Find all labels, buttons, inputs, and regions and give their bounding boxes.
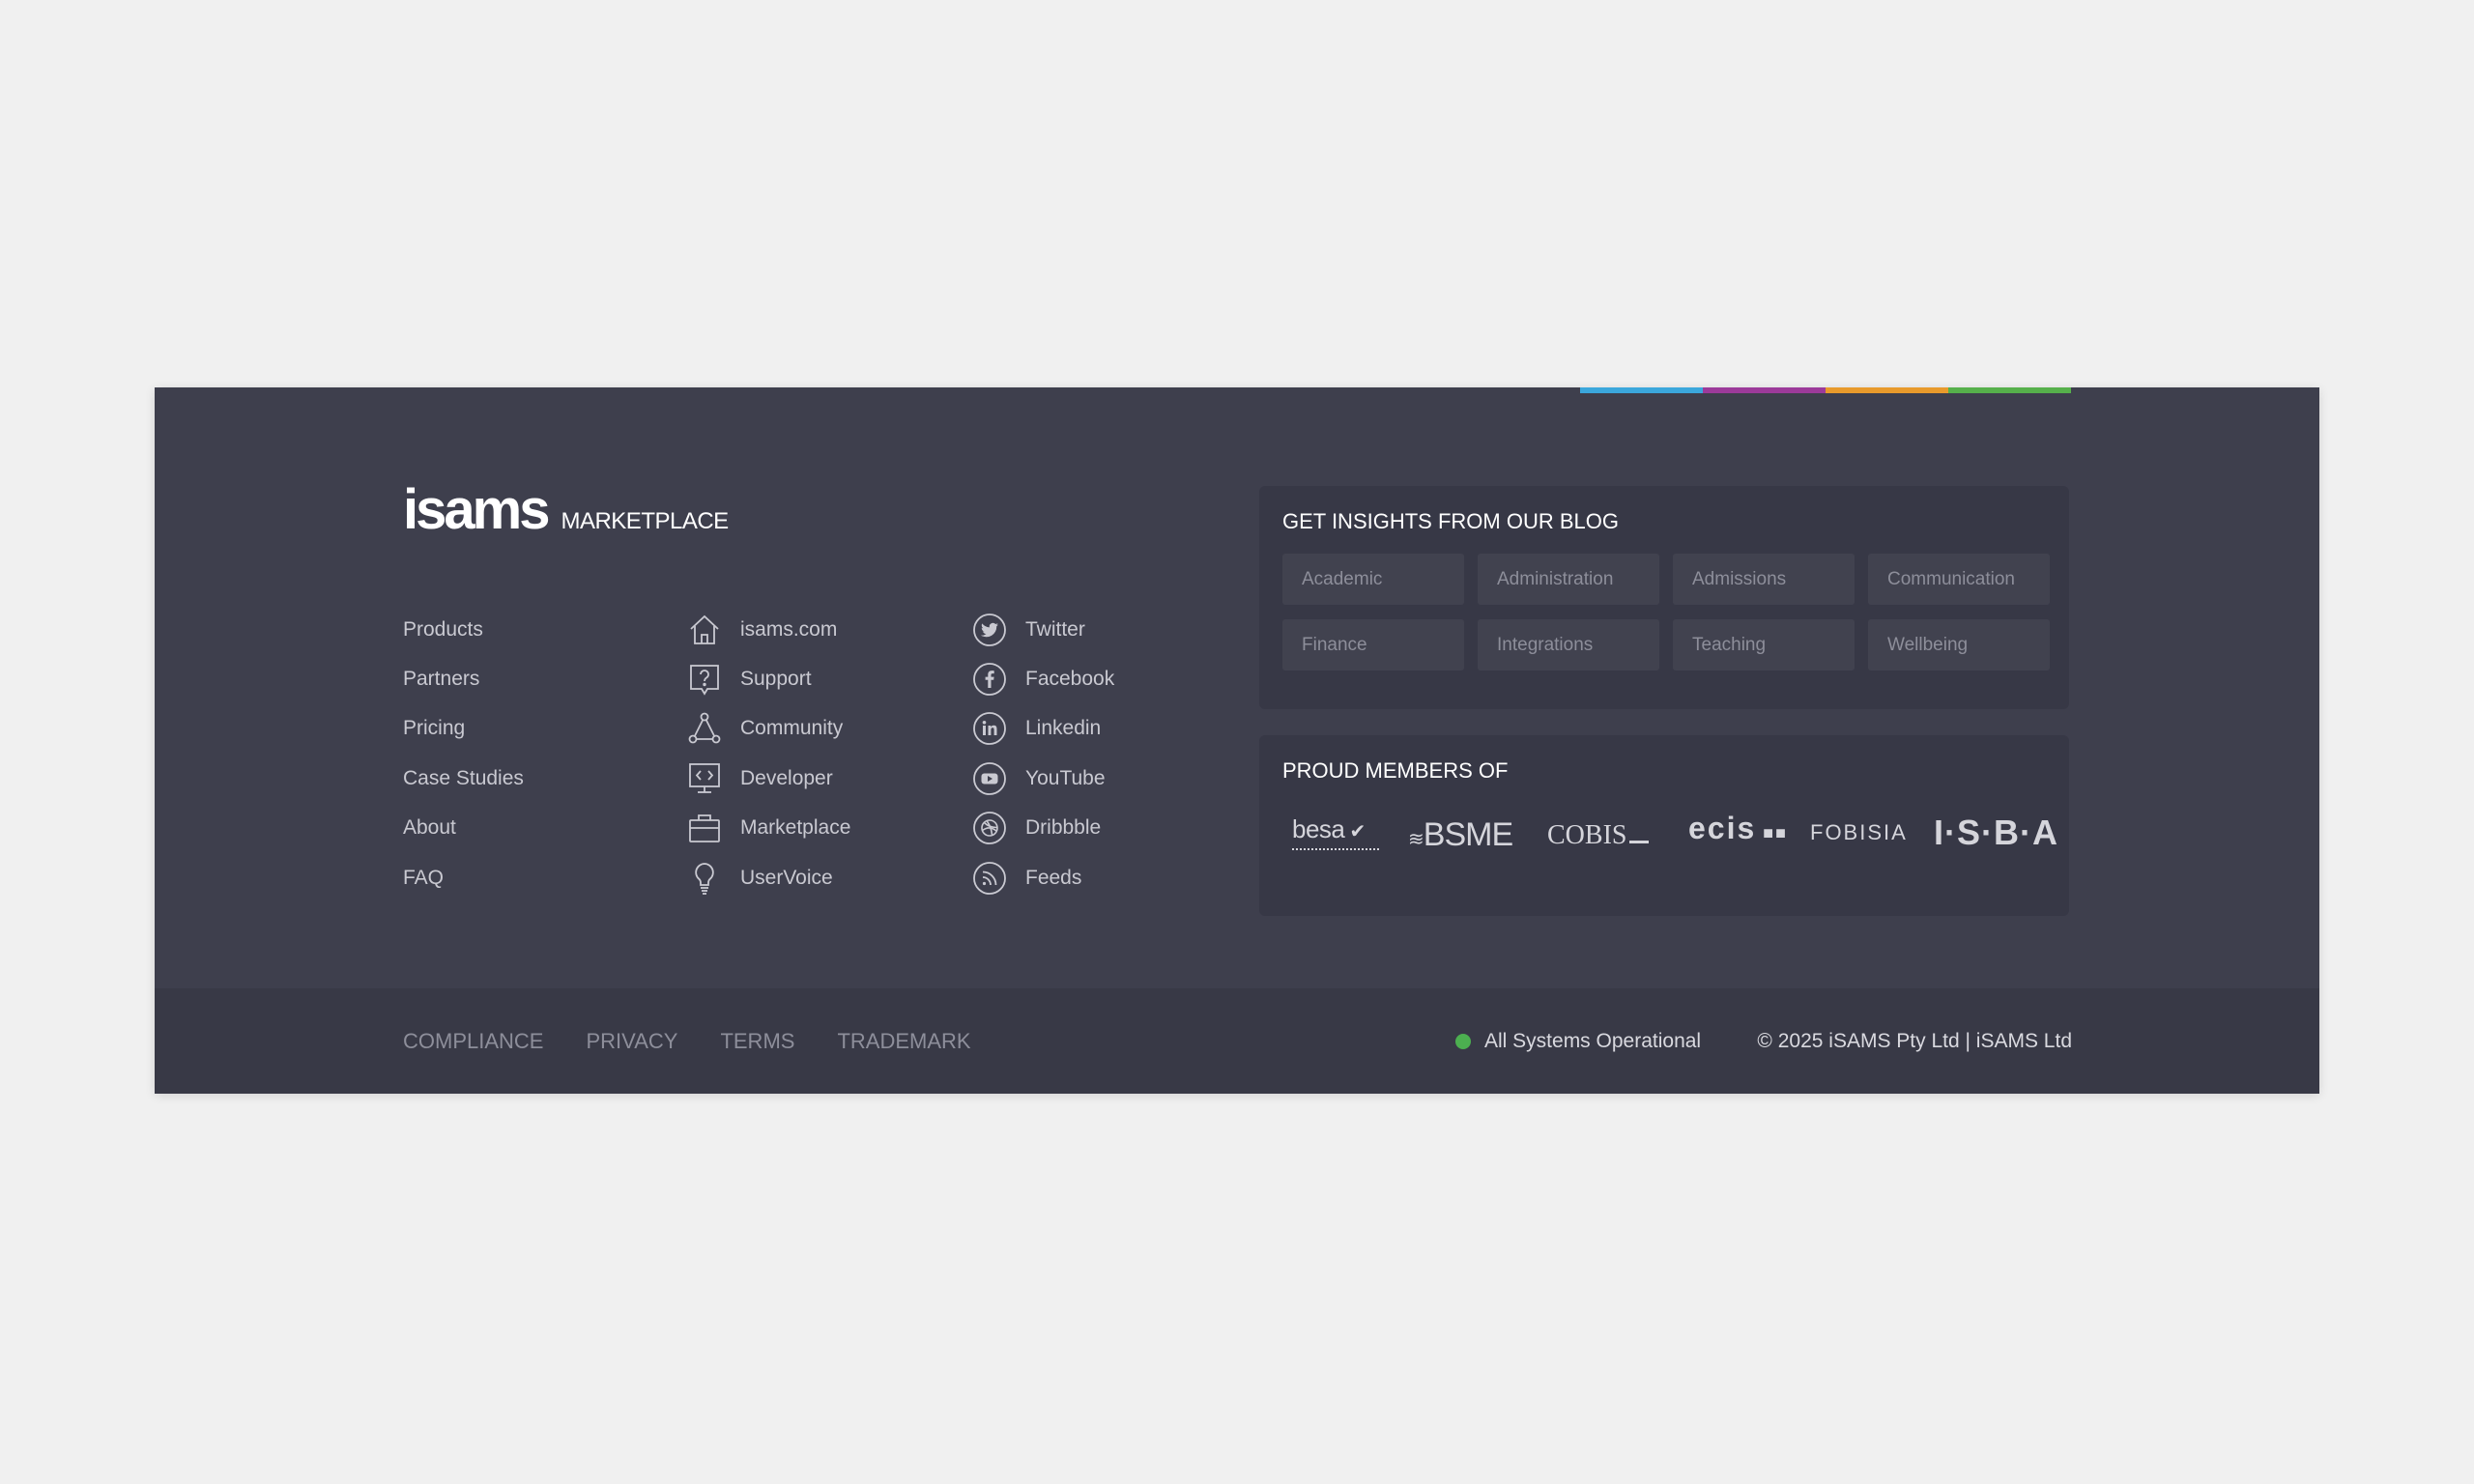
developer-icon xyxy=(686,760,723,797)
twitter-icon xyxy=(971,612,1008,648)
footer-link-support[interactable]: Support xyxy=(686,654,850,703)
membership-logo-row: besa ✔ ≋BSME COBIS ▬▬ ecis ■■ FOBISIA I·… xyxy=(1288,813,2057,859)
blog-tag-integrations[interactable]: Integrations xyxy=(1478,619,1659,671)
blog-panel-title: GET INSIGHTS FROM OUR BLOG xyxy=(1282,509,1619,533)
footer-link-label: Support xyxy=(740,668,812,691)
linkedin-icon xyxy=(971,710,1008,747)
social-link-label: Twitter xyxy=(1025,617,1085,641)
site-links: Products Partners Pricing Case Studies A… xyxy=(403,605,524,902)
blog-tag-grid: Academic Administration Admissions Commu… xyxy=(1282,554,2050,671)
blog-insights-panel: GET INSIGHTS FROM OUR BLOG Academic Admi… xyxy=(1259,486,2069,709)
compliance-link[interactable]: COMPLIANCE xyxy=(403,1029,543,1054)
memberships-panel: PROUD MEMBERS OF besa ✔ ≋BSME COBIS ▬▬ e… xyxy=(1259,735,2069,916)
footer-bottom-bar: COMPLIANCE PRIVACY TERMS TRADEMARK All S… xyxy=(155,988,2319,1094)
isams-marketplace-logo[interactable]: isams MARKETPLACE xyxy=(403,482,729,538)
briefcase-icon xyxy=(686,810,723,846)
accent-orange xyxy=(1826,387,1948,393)
isba-logo[interactable]: I·S·B·A xyxy=(1934,813,2058,853)
blog-tag-wellbeing[interactable]: Wellbeing xyxy=(1868,619,2050,671)
terms-link[interactable]: TERMS xyxy=(720,1029,794,1054)
cobis-logo-text: COBIS xyxy=(1547,820,1627,850)
accent-color-bar xyxy=(1580,387,2071,393)
youtube-icon xyxy=(971,760,1008,797)
dribbble-icon xyxy=(971,810,1008,846)
status-indicator-icon xyxy=(1455,1033,1471,1049)
social-link-facebook[interactable]: Facebook xyxy=(971,654,1114,703)
social-link-label: Feeds xyxy=(1025,866,1082,889)
social-link-linkedin[interactable]: Linkedin xyxy=(971,704,1114,754)
social-link-label: Dribbble xyxy=(1025,816,1102,840)
footer-link-products[interactable]: Products xyxy=(403,605,524,654)
footer-link-partners[interactable]: Partners xyxy=(403,654,524,703)
ecis-logo[interactable]: ecis ■■ xyxy=(1688,813,1788,843)
logo-subtitle: MARKETPLACE xyxy=(561,508,729,534)
footer-link-developer[interactable]: Developer xyxy=(686,754,850,803)
trademark-link[interactable]: TRADEMARK xyxy=(837,1029,970,1054)
blog-tag-academic[interactable]: Academic xyxy=(1282,554,1464,605)
fobisia-logo[interactable]: FOBISIA xyxy=(1810,820,1908,845)
social-link-label: YouTube xyxy=(1025,766,1106,789)
footer-link-label: Developer xyxy=(740,766,833,789)
cobis-logo[interactable]: COBIS ▬▬ xyxy=(1547,820,1649,851)
bsme-logo-text: BSME xyxy=(1423,816,1513,853)
social-link-twitter[interactable]: Twitter xyxy=(971,605,1114,654)
footer-link-label: UserVoice xyxy=(740,866,833,889)
bsme-logo[interactable]: ≋BSME xyxy=(1408,816,1513,854)
system-status[interactable]: All Systems Operational xyxy=(1455,988,1701,1094)
home-icon xyxy=(686,612,723,648)
site-footer: isams MARKETPLACE Products Partners Pric… xyxy=(155,387,2319,1094)
memberships-panel-title: PROUD MEMBERS OF xyxy=(1282,758,1509,783)
blog-tag-admissions[interactable]: Admissions xyxy=(1673,554,1855,605)
footer-link-pricing[interactable]: Pricing xyxy=(403,704,524,754)
accent-purple xyxy=(1703,387,1826,393)
blog-tag-administration[interactable]: Administration xyxy=(1478,554,1659,605)
footer-link-label: Marketplace xyxy=(740,816,851,840)
community-icon xyxy=(686,710,723,747)
footer-link-case-studies[interactable]: Case Studies xyxy=(403,754,524,803)
help-icon xyxy=(686,661,723,698)
footer-link-marketplace[interactable]: Marketplace xyxy=(686,804,850,853)
social-links: Twitter Facebook Linkedin YouTube Dribbb… xyxy=(971,605,1114,902)
blog-tag-finance[interactable]: Finance xyxy=(1282,619,1464,671)
besa-logo-text: besa xyxy=(1292,814,1345,843)
footer-link-about[interactable]: About xyxy=(403,804,524,853)
social-link-feeds[interactable]: Feeds xyxy=(971,853,1114,902)
footer-link-uservoice[interactable]: UserVoice xyxy=(686,853,850,902)
lightbulb-icon xyxy=(686,860,723,897)
rss-icon xyxy=(971,860,1008,897)
accent-blue xyxy=(1580,387,1703,393)
social-link-dribbble[interactable]: Dribbble xyxy=(971,804,1114,853)
legal-links: COMPLIANCE PRIVACY TERMS TRADEMARK xyxy=(403,988,1014,1094)
fobisia-logo-text: FOBISIA xyxy=(1810,820,1908,844)
resource-links: isams.com Support Community Developer Ma… xyxy=(686,605,850,902)
footer-link-label: Community xyxy=(740,717,844,740)
isba-logo-text: I·S·B·A xyxy=(1934,813,2058,852)
footer-link-isams[interactable]: isams.com xyxy=(686,605,850,654)
accent-green xyxy=(1948,387,2071,393)
footer-link-community[interactable]: Community xyxy=(686,704,850,754)
footer-link-label: isams.com xyxy=(740,617,838,641)
ecis-logo-text: ecis xyxy=(1688,811,1757,845)
system-status-text: All Systems Operational xyxy=(1484,1029,1702,1052)
blog-tag-communication[interactable]: Communication xyxy=(1868,554,2050,605)
social-link-youtube[interactable]: YouTube xyxy=(971,754,1114,803)
facebook-icon xyxy=(971,661,1008,698)
blog-tag-teaching[interactable]: Teaching xyxy=(1673,619,1855,671)
social-link-label: Linkedin xyxy=(1025,717,1102,740)
social-link-label: Facebook xyxy=(1025,668,1115,691)
footer-link-faq[interactable]: FAQ xyxy=(403,853,524,902)
logo-wordmark: isams xyxy=(403,478,550,541)
copyright-notice: © 2025 iSAMS Pty Ltd | iSAMS Ltd xyxy=(1757,1029,2072,1052)
privacy-link[interactable]: PRIVACY xyxy=(586,1029,677,1054)
besa-logo[interactable]: besa ✔ xyxy=(1292,814,1379,852)
